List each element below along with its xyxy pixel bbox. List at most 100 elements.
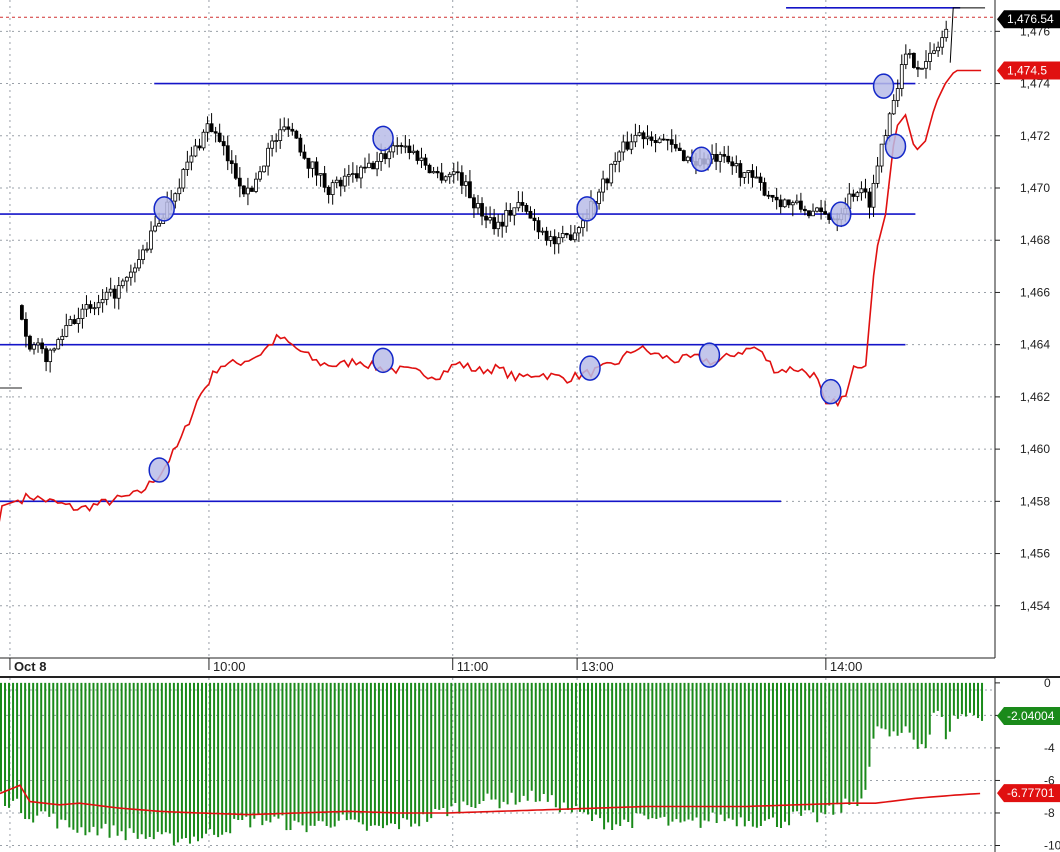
signal-marker [372, 347, 394, 374]
candle-body-down [233, 163, 238, 179]
time-label: 14:00 [830, 659, 863, 674]
candle-body-down [819, 207, 823, 212]
candle-body-up [270, 140, 275, 149]
candle-body-up [742, 172, 747, 178]
histogram-tick-label: -8 [1044, 806, 1055, 820]
candle-body-down [625, 141, 630, 150]
candle-body-down [750, 170, 755, 178]
candle-body-up [496, 221, 501, 230]
time-label: Oct 8 [14, 659, 47, 674]
signal-marker [690, 146, 713, 173]
candle-body-down [863, 188, 868, 193]
price-tick-label: 1,458 [1020, 494, 1050, 508]
candle-body-up [560, 233, 565, 239]
candle-body-up [516, 202, 521, 209]
candle-body-down [468, 181, 472, 199]
candle-body-up [815, 207, 819, 212]
candle-body-up [782, 199, 787, 208]
candle-body-up [108, 288, 113, 293]
candle-body-down [209, 123, 214, 133]
candle-body-up [944, 28, 949, 39]
candle-body-up [56, 339, 61, 350]
candle-body-up [149, 230, 153, 250]
candle-body-up [274, 140, 279, 142]
chart-canvas: 1,454 1,456 1,458 1,460 1,462 1,464 1,466 1,468… [0, 0, 1060, 852]
candle-body-up [350, 173, 355, 175]
candle-body-up [254, 178, 258, 192]
price-tick-label: 1,456 [1020, 547, 1050, 561]
candle-body-up [145, 248, 149, 251]
candle-body-up [84, 304, 89, 310]
candle-body-up [153, 225, 157, 232]
histogram-value-tag: -2.04004 [997, 707, 1060, 726]
candle-body-up [64, 325, 69, 337]
candle-body-down [492, 217, 497, 230]
candle-body-up [246, 187, 250, 195]
signal-marker [830, 201, 852, 227]
candle-body-up [447, 173, 452, 178]
candle-body-up [177, 187, 182, 195]
candle-body-up [104, 291, 109, 300]
candle-body-up [137, 259, 141, 269]
candle-body-down [459, 172, 464, 186]
candle-body-up [141, 249, 145, 261]
candle-body-up [419, 157, 424, 161]
candle-body-up [871, 182, 876, 208]
candle-body-down [653, 140, 658, 144]
candle-body-up [811, 210, 815, 217]
candle-body-up [875, 165, 880, 184]
price-tick-label: 1,472 [1020, 129, 1050, 143]
candle-body-up [282, 126, 287, 131]
candle-body-up [278, 129, 283, 141]
candle-body-up [346, 174, 351, 177]
last-price-tag: 1,476.54 [997, 10, 1060, 29]
candle-body-up [266, 147, 271, 167]
candle-body-up [855, 192, 860, 197]
candle-body-up [633, 134, 638, 143]
price-tick-label: 1,462 [1020, 390, 1050, 404]
candle-body-down [528, 210, 533, 219]
candle-body-down [24, 318, 28, 337]
candle-body-down [88, 304, 93, 309]
candle-body-up [395, 145, 400, 147]
candle-body-up [32, 344, 36, 350]
candle-body-down [677, 147, 682, 151]
candle-body-down [536, 220, 541, 233]
candle-body-down [803, 208, 807, 212]
candle-body-down [237, 177, 242, 187]
candle-body-up [754, 176, 759, 179]
candle-body-down [221, 141, 226, 147]
candle-body-up [60, 335, 65, 340]
signal-marker [576, 196, 598, 222]
candle-body-up [548, 236, 553, 241]
candle-body-up [613, 160, 618, 165]
histogram-signal-tag-label: -6.77701 [1007, 786, 1055, 800]
candle-body-up [617, 151, 622, 162]
candle-body-down [415, 150, 420, 161]
candle-body-down [455, 171, 460, 174]
candle-body-up [330, 182, 335, 195]
candle-body-up [52, 348, 57, 351]
signal-marker [579, 355, 601, 381]
candle-body-up [157, 223, 162, 227]
candle-body-down [665, 138, 670, 141]
price-tick-label: 1,460 [1020, 442, 1050, 456]
candle-body-down [439, 172, 444, 181]
candle-body-down [322, 173, 327, 188]
candle-body-up [576, 227, 581, 234]
candle-body-up [201, 131, 206, 149]
histogram-signal-tag: -6.77701 [997, 784, 1060, 803]
candle-body-up [581, 220, 585, 229]
candle-body-down [435, 171, 440, 174]
price-tick-label: 1,454 [1020, 599, 1050, 613]
candle-body-up [80, 308, 85, 319]
candle-body-up [185, 161, 190, 170]
candle-body-up [932, 50, 936, 54]
candle-body-down [28, 335, 32, 350]
candle-body-down [241, 185, 246, 195]
candle-body-up [193, 145, 198, 157]
price-tick-label: 1,464 [1020, 338, 1050, 352]
histogram-tick-label: -4 [1044, 741, 1055, 755]
candle-body-down [19, 305, 24, 320]
candle-body-down [649, 136, 654, 141]
